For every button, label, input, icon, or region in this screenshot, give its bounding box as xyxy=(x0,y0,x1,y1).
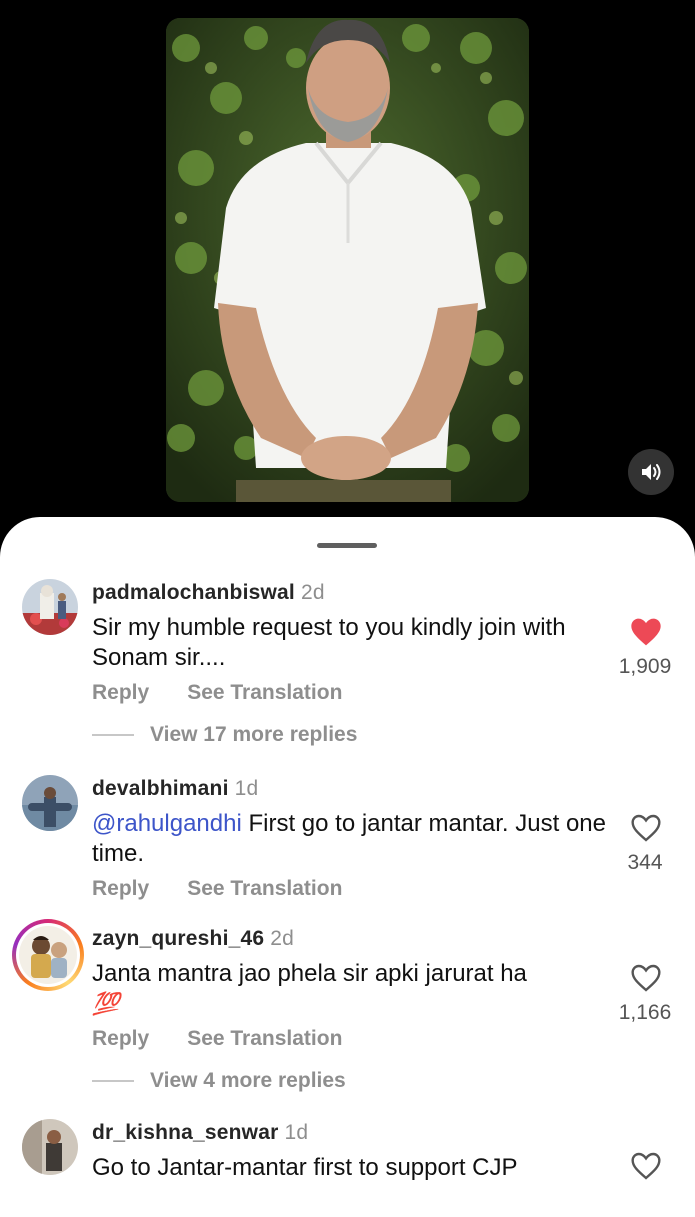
heart-filled-icon[interactable] xyxy=(630,617,662,647)
avatar[interactable] xyxy=(22,1119,78,1175)
comment-actions: Reply See Translation xyxy=(92,681,342,705)
username-text[interactable]: padmalochanbiswal xyxy=(92,581,295,604)
comment-time: 2d xyxy=(270,927,295,950)
avatar xyxy=(19,926,77,984)
avatar[interactable] xyxy=(22,579,78,635)
comment-username[interactable]: padmalochanbiswal 2d xyxy=(92,581,325,605)
video-area xyxy=(0,0,695,540)
username-text[interactable]: devalbhimani xyxy=(92,777,229,800)
like-count: 1,909 xyxy=(618,655,672,678)
comment-username[interactable]: dr_kishna_senwar 1d xyxy=(92,1121,308,1145)
reply-button[interactable]: Reply xyxy=(92,1027,149,1050)
comment-time: 1d xyxy=(284,1121,309,1144)
story-ring-avatar[interactable] xyxy=(12,919,84,991)
video-frame-image xyxy=(166,18,529,502)
comment-actions: Reply See Translation xyxy=(92,1027,342,1051)
sheet-grabber-handle[interactable] xyxy=(317,543,377,548)
heart-outline-icon[interactable] xyxy=(630,963,662,993)
comment-time: 1d xyxy=(234,777,259,800)
comment-text: Sir my humble request to you kindly join… xyxy=(92,614,566,671)
view-more-replies[interactable]: View 4 more replies xyxy=(92,1069,346,1093)
comment-text: Go to Jantar-mantar first to support CJP xyxy=(92,1154,518,1181)
comment-time: 2d xyxy=(300,581,325,604)
see-translation-button[interactable]: See Translation xyxy=(187,681,342,704)
reply-button[interactable]: Reply xyxy=(92,877,149,900)
username-text[interactable]: dr_kishna_senwar xyxy=(92,1121,278,1144)
comment-body: Janta mantra jao phela sir apki jarurat … xyxy=(92,960,527,987)
comment-text: Janta mantra jao phela sir apki jarurat … xyxy=(92,959,612,1019)
heart-outline-icon[interactable] xyxy=(630,1151,662,1181)
see-translation-button[interactable]: See Translation xyxy=(187,1027,342,1050)
reply-button[interactable]: Reply xyxy=(92,681,149,704)
like-count: 1,166 xyxy=(618,1001,672,1024)
avatar[interactable] xyxy=(22,775,78,831)
username-text[interactable]: zayn_qureshi_46 xyxy=(92,927,264,950)
mention-link[interactable]: @rahulgandhi xyxy=(92,810,242,837)
heart-outline-icon[interactable] xyxy=(630,813,662,843)
like-count: 344 xyxy=(627,851,663,874)
comments-sheet: padmalochanbiswal 2d Sir my humble reques… xyxy=(0,517,695,1217)
comment-text: @rahulgandhi First go to jantar mantar. … xyxy=(92,809,612,869)
video-player[interactable] xyxy=(166,18,529,502)
comment-actions: Reply See Translation xyxy=(92,877,342,901)
comment-username[interactable]: devalbhimani 1d xyxy=(92,777,258,801)
speaker-icon xyxy=(642,464,661,480)
mute-toggle-button[interactable] xyxy=(628,449,674,495)
hundred-emoji: 💯 xyxy=(92,991,120,1016)
see-translation-button[interactable]: See Translation xyxy=(187,877,342,900)
view-more-replies[interactable]: View 17 more replies xyxy=(92,723,357,747)
comment-username[interactable]: zayn_qureshi_46 2d xyxy=(92,927,294,951)
